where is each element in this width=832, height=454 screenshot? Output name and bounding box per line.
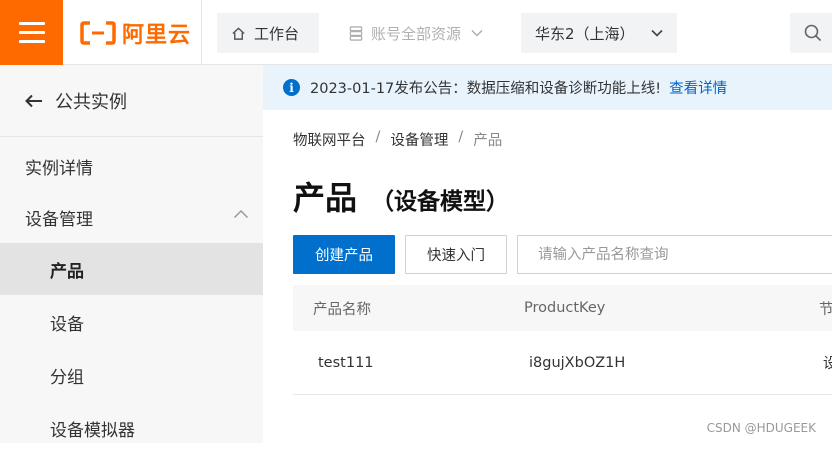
info-icon: i	[283, 79, 300, 96]
cell-product-name: test111	[318, 355, 374, 371]
table-row[interactable]: test111 i8gujXbOZ1H 设	[293, 331, 832, 395]
column-header-product-key: ProductKey	[524, 300, 605, 316]
chevron-up-icon	[233, 209, 249, 219]
arrow-left-icon	[25, 94, 43, 108]
region-selector[interactable]: 华东2（上海）	[521, 13, 677, 53]
sidebar: 公共实例 实例详情 设备管理 产品 设备 分组 设备模拟器	[0, 65, 263, 443]
sidebar-item-label: 产品	[50, 257, 84, 282]
product-search-input[interactable]	[517, 235, 832, 274]
sidebar-item-label: 分组	[50, 363, 84, 388]
sidebar-item-device-management[interactable]: 设备管理	[0, 191, 263, 243]
sidebar-item-device-simulator[interactable]: 设备模拟器	[0, 402, 263, 454]
back-to-instances-button[interactable]: 公共实例	[0, 65, 263, 137]
cell-product-key: i8gujXbOZ1H	[529, 355, 625, 371]
announcement-text: 2023-01-17发布公告：数据压缩和设备诊断功能上线!	[310, 77, 661, 98]
column-header-product-name: 产品名称	[313, 298, 371, 319]
announcement-banner: i 2023-01-17发布公告：数据压缩和设备诊断功能上线! 查看详情	[263, 65, 832, 110]
database-icon	[349, 26, 363, 41]
search-icon	[804, 24, 822, 42]
sidebar-item-groups[interactable]: 分组	[0, 349, 263, 401]
top-bar: 阿里云 工作台 账号全部资源 华东2（上海）	[0, 0, 832, 65]
breadcrumb-separator: /	[376, 129, 381, 150]
product-table: 产品名称 ProductKey 节 test111 i8gujXbOZ1H 设	[293, 285, 832, 395]
column-header-node-type: 节	[819, 298, 832, 319]
resources-label: 账号全部资源	[371, 23, 461, 44]
announcement-details-link[interactable]: 查看详情	[669, 77, 727, 98]
sidebar-item-label: 设备	[50, 310, 84, 335]
region-label: 华东2（上海）	[535, 23, 635, 44]
page-subtitle: （设备模型）	[371, 182, 509, 216]
breadcrumb-separator: /	[458, 129, 463, 150]
sidebar-item-label: 设备模拟器	[50, 416, 135, 441]
aliyun-logo[interactable]: 阿里云	[80, 18, 191, 48]
global-search[interactable]	[790, 13, 832, 53]
brand-name: 阿里云	[122, 17, 191, 49]
chevron-down-icon	[651, 29, 663, 37]
quick-start-button[interactable]: 快速入门	[405, 235, 507, 274]
breadcrumb: 物联网平台 / 设备管理 / 产品	[293, 129, 502, 150]
sidebar-item-label: 设备管理	[25, 205, 93, 230]
page-heading: 产品 （设备模型）	[293, 173, 509, 219]
divider	[201, 0, 202, 65]
breadcrumb-item-iot-platform[interactable]: 物联网平台	[293, 129, 366, 150]
cell-node-type: 设	[823, 352, 832, 373]
workbench-button[interactable]: 工作台	[217, 13, 319, 53]
sidebar-item-label: 实例详情	[25, 154, 93, 179]
main-content: i 2023-01-17发布公告：数据压缩和设备诊断功能上线! 查看详情 物联网…	[263, 65, 832, 443]
hamburger-menu-button[interactable]	[0, 0, 63, 65]
back-label: 公共实例	[55, 88, 127, 114]
breadcrumb-item-current: 产品	[473, 129, 502, 150]
breadcrumb-item-device-management[interactable]: 设备管理	[390, 129, 448, 150]
menu-icon	[19, 22, 45, 25]
sidebar-item-instance-details[interactable]: 实例详情	[0, 140, 263, 192]
sidebar-item-devices[interactable]: 设备	[0, 296, 263, 348]
sidebar-item-products[interactable]: 产品	[0, 243, 263, 295]
page-title: 产品	[293, 173, 357, 219]
home-icon	[231, 26, 246, 41]
aliyun-logo-icon	[80, 21, 116, 45]
table-header: 产品名称 ProductKey 节	[293, 285, 832, 331]
watermark: CSDN @HDUGEEK	[707, 421, 816, 435]
resources-dropdown[interactable]: 账号全部资源	[335, 13, 505, 53]
chevron-down-icon	[471, 29, 483, 37]
create-product-button[interactable]: 创建产品	[293, 235, 395, 274]
workbench-label: 工作台	[254, 23, 299, 44]
